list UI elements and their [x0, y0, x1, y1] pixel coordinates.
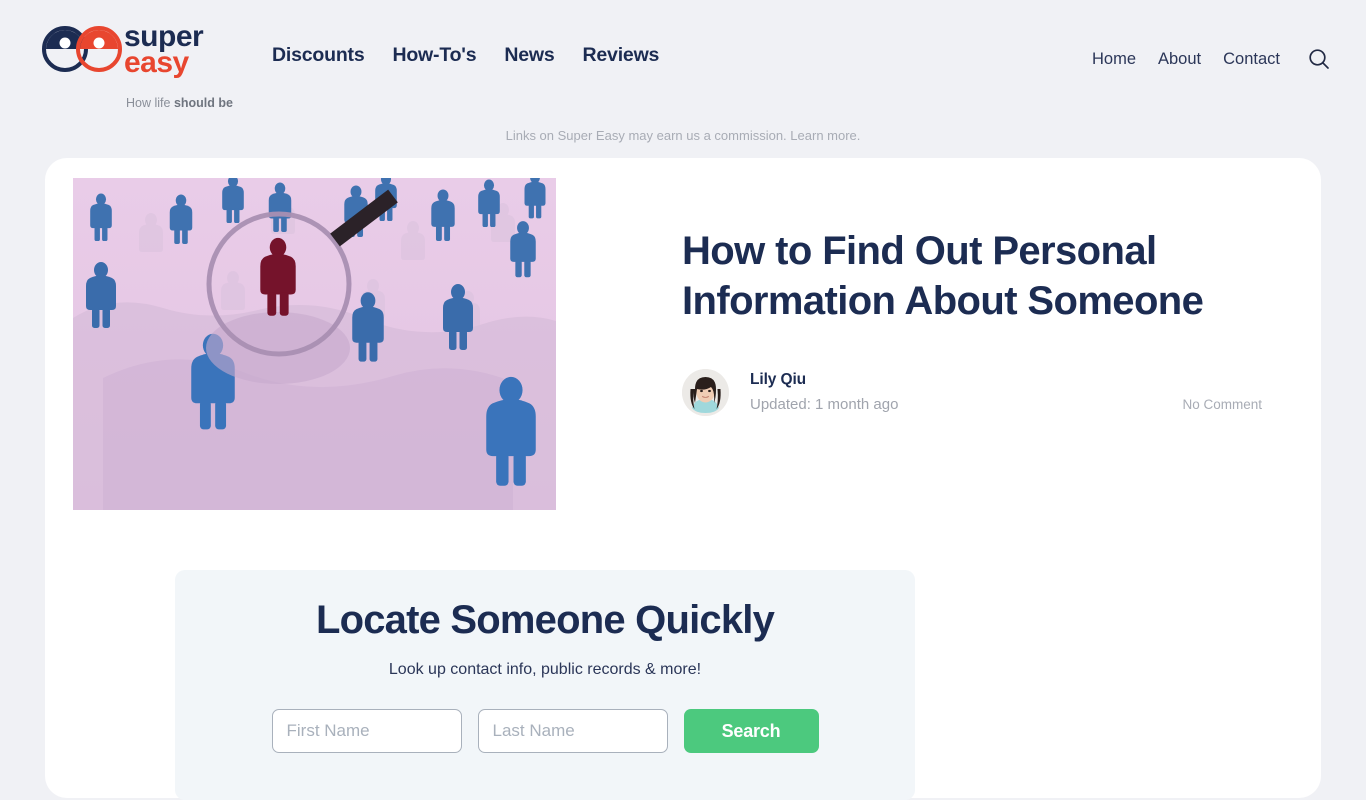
- avatar: [682, 368, 729, 416]
- first-name-input[interactable]: [271, 709, 462, 753]
- logo-tagline: How life should be: [126, 96, 233, 110]
- utility-navigation: Home About Contact: [1092, 46, 1332, 72]
- nav-item-news[interactable]: News: [504, 44, 554, 67]
- search-icon[interactable]: [1306, 46, 1332, 72]
- logo-wordmark: super easy: [124, 22, 204, 79]
- nav-item-contact[interactable]: Contact: [1223, 50, 1280, 69]
- affiliate-disclaimer-text: Links on Super Easy may earn us a commis…: [505, 128, 787, 143]
- lookup-title: Locate Someone Quickly: [315, 598, 775, 642]
- primary-navigation: Discounts How-To's News Reviews: [272, 44, 659, 67]
- lookup-subtitle: Look up contact info, public records & m…: [388, 661, 702, 678]
- article-meta-column: How to Find Out Personal Information Abo…: [682, 226, 1262, 425]
- article-header: How to Find Out Personal Information Abo…: [45, 158, 1321, 528]
- lookup-form: Search: [175, 709, 915, 753]
- nav-item-how-tos[interactable]: How-To's: [392, 44, 476, 67]
- updated-timestamp: Updated: 1 month ago: [750, 395, 899, 413]
- affiliate-disclaimer: Links on Super Easy may earn us a commis…: [0, 112, 1366, 143]
- article-byline: Lily Qiu Updated: 1 month ago No Comment: [682, 368, 1262, 425]
- logo-tagline-bold: should be: [173, 96, 233, 110]
- article-card: How to Find Out Personal Information Abo…: [45, 158, 1321, 800]
- logo-word-easy: easy: [124, 45, 189, 79]
- author-name[interactable]: Lily Qiu: [750, 371, 806, 388]
- nav-item-discounts[interactable]: Discounts: [272, 44, 365, 67]
- search-button[interactable]: Search: [683, 709, 819, 753]
- page-title: How to Find Out Personal Information Abo…: [682, 229, 1204, 324]
- site-header: super easy How life should be Discounts …: [0, 0, 1366, 112]
- byline-text: Lily Qiu Updated: 1 month ago: [750, 371, 898, 413]
- nav-item-home[interactable]: Home: [1092, 50, 1136, 69]
- site-logo[interactable]: super easy How life should be: [42, 18, 264, 110]
- people-lookup-widget: Locate Someone Quickly Look up contact i…: [175, 570, 915, 800]
- comment-count[interactable]: No Comment: [1182, 397, 1262, 412]
- logo-tagline-light: How life: [126, 96, 174, 110]
- last-name-input[interactable]: [477, 709, 668, 753]
- nav-item-about[interactable]: About: [1158, 50, 1201, 69]
- logo-mark-icon: [42, 26, 134, 72]
- nav-item-reviews[interactable]: Reviews: [583, 44, 660, 67]
- article-hero-image: [73, 178, 556, 510]
- learn-more-link[interactable]: Learn more.: [790, 128, 860, 143]
